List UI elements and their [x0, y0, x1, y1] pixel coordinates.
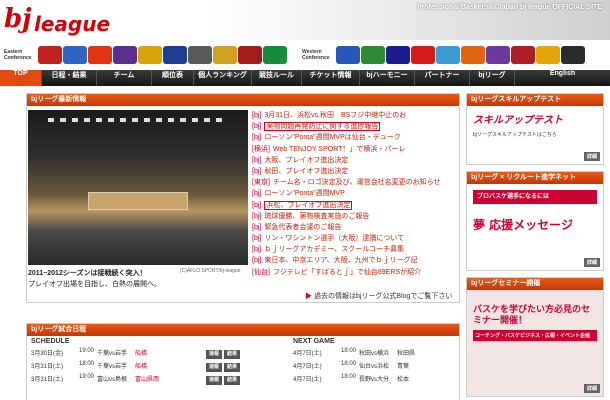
- news-item[interactable]: [bj] 大阪、プレイオフ進出決定: [252, 155, 458, 166]
- photo-caption-sub: プレイオフ出場を目指し、白熱の展開へ。: [28, 281, 161, 288]
- live-button[interactable]: 速報: [206, 376, 223, 385]
- nav-partner[interactable]: パートナー: [415, 70, 470, 86]
- recruit-box[interactable]: bjリーグ × リクルート進学ネット プロバスケ選手になるには 夢 応援メッセー…: [466, 171, 604, 271]
- news-item[interactable]: [横浜] Web TENJOY SPORT！」で横浜・パーレ: [252, 144, 458, 155]
- western-conference: Western Conference: [302, 44, 586, 66]
- team-logo-tokyo[interactable]: [188, 46, 212, 64]
- news-item[interactable]: [bj] 琉球優勝、薬物検査実施のご報告: [252, 211, 458, 222]
- team-logo-osaka[interactable]: [386, 46, 410, 64]
- news-item[interactable]: [仙台] フジテレビ「すばるとｊ」で仙台89ERSが紹介: [252, 267, 458, 278]
- team-logo-iwate[interactable]: [88, 46, 112, 64]
- team-logo-toyama[interactable]: [138, 46, 162, 64]
- news-item[interactable]: [bj] ローソン"Ponta"週間MVP: [252, 188, 458, 199]
- latest-news-title: bjリーグ最新情報: [27, 94, 459, 106]
- nav-harmony[interactable]: bjハーモニー: [360, 70, 415, 86]
- team-logo-miyazaki[interactable]: [461, 46, 485, 64]
- site-tagline: Professional Basketball Japan bj league …: [416, 4, 602, 11]
- team-logo-nagano[interactable]: [561, 46, 585, 64]
- eastern-conference: Eastern Conference: [4, 44, 288, 66]
- team-logo-niigata[interactable]: [113, 46, 137, 64]
- basketball-court: [88, 192, 188, 210]
- news-item[interactable]: [bj] 薬物問題再発防止に関する進捗報告: [252, 121, 458, 132]
- past-news-link[interactable]: ▶ 過去の情報はbjリーグ公式Blogでご覧下さい: [305, 291, 452, 301]
- news-item[interactable]: [bj] ローソン"Ponta"週間MVPは仙台・デューク: [252, 132, 458, 143]
- next-game-row: 4月7日(土) 18:00 長野vs大分 松本: [293, 374, 410, 383]
- team-logo-gunma[interactable]: [263, 46, 287, 64]
- team-logo-shimane[interactable]: [436, 46, 460, 64]
- team-logo-kyoto[interactable]: [411, 46, 435, 64]
- next-game-row: 4月7日(土) 18:00 仙台vs浜松 青葉: [293, 361, 410, 370]
- nav-rules[interactable]: 競技ルール: [252, 70, 302, 86]
- schedule-left: SCHEDULE 3月30日(金) 19:00 千葉vs岩手 船橋 速報 結果 3月31日…: [27, 336, 289, 387]
- news-item[interactable]: [bj] 秋田、プレイオフ進出決定: [252, 166, 458, 177]
- team-logo-fukuoka[interactable]: [536, 46, 560, 64]
- detail-button[interactable]: 詳細: [583, 258, 600, 267]
- next-game-row: 4月7日(土) 18:00 秋田vs横浜 秋田県: [293, 348, 416, 357]
- team-logo-shiga[interactable]: [361, 46, 385, 64]
- news-item[interactable]: [bj] 浜松、プレイオフ進出決定: [252, 200, 458, 211]
- team-logo-hamamatsu[interactable]: [336, 46, 360, 64]
- team-logo-ryukyu[interactable]: [511, 46, 535, 64]
- photo-caption-title: 2011−2012シーズンは接戦続く突入！: [28, 270, 147, 277]
- seminar-box[interactable]: bjリーグセミナー開催 バスケを学びたい方必見のセミナー開催！ コーチング・バス…: [466, 277, 604, 397]
- nav-standings[interactable]: 順位表: [152, 70, 194, 86]
- nav-team[interactable]: チーム: [97, 70, 152, 86]
- arena-photo[interactable]: [28, 110, 248, 265]
- live-button[interactable]: 速報: [206, 350, 223, 359]
- detail-button[interactable]: 詳細: [583, 384, 600, 393]
- schedule-panel: bjリーグ試合日程 SCHEDULE 3月30日(金) 19:00 千葉vs岩手 船橋…: [26, 323, 460, 400]
- nav-ticket[interactable]: チケット情報: [302, 70, 360, 86]
- team-logo-oita[interactable]: [486, 46, 510, 64]
- team-logo-sendai[interactable]: [38, 46, 62, 64]
- team-logo-yokohama[interactable]: [213, 46, 237, 64]
- schedule-row: 3月31日(土) 19:00 富山vs島根 富山県西 速報 結果: [27, 374, 289, 387]
- detail-button[interactable]: 詳細: [583, 152, 600, 161]
- nav-top[interactable]: TOP: [0, 70, 42, 86]
- schedule-heading: SCHEDULE: [31, 338, 70, 345]
- news-item[interactable]: [bj] リン・ワシントン選手（大阪）逮捕について: [252, 233, 458, 244]
- header: bj league Professional Basketball Japan …: [0, 0, 610, 40]
- nav-english[interactable]: English: [515, 70, 610, 86]
- schedule-row: 3月30日(金) 19:00 千葉vs岩手 船橋 速報 結果: [27, 348, 289, 361]
- news-item[interactable]: [bj] 東日本、中京エリア、大阪、九州でｂｊリーグ記: [252, 255, 458, 266]
- schedule-title: bjリーグ試合日程: [27, 324, 459, 336]
- bj-league-logo[interactable]: bj league: [4, 4, 114, 38]
- live-button[interactable]: 速報: [206, 363, 223, 372]
- arrow-icon: ▶: [305, 293, 314, 300]
- schedule-row: 3月31日(土) 18:00 千葉vs岩手 船橋 速報 結果: [27, 361, 289, 374]
- news-item[interactable]: [bj] 3月31日、浜松vs.秋田 BSフジ中継中止のお: [252, 110, 458, 121]
- nav-bjleague[interactable]: bjリーグ: [470, 70, 515, 86]
- next-game-heading: NEXT GAME: [293, 338, 335, 345]
- nav-schedule[interactable]: 日程・結果: [42, 70, 97, 86]
- news-list: [bj] 3月31日、浜松vs.秋田 BSフジ中継中止のお [bj] 薬物問題再発防…: [252, 110, 458, 278]
- result-button[interactable]: 結果: [224, 376, 241, 385]
- news-item[interactable]: [東京] チーム名・ロゴ決定及び、運営会社名変更のお知らせ: [252, 177, 458, 188]
- news-item[interactable]: [bj] 緊急代表者会議のご報告: [252, 222, 458, 233]
- team-logo-saitama[interactable]: [163, 46, 187, 64]
- skillup-test-box[interactable]: bjリーグスキルアップテスト スキルアップテスト bjリーグスキルアップテストは…: [466, 93, 604, 165]
- result-button[interactable]: 結果: [224, 350, 241, 359]
- team-logo-akita[interactable]: [63, 46, 87, 64]
- team-logo-chiba[interactable]: [238, 46, 262, 64]
- main-nav: TOP 日程・結果 チーム 順位表 個人ランキング 競技ルール チケット情報 b…: [0, 70, 610, 86]
- news-item[interactable]: [bj] ｂｊリーグアカデミー、スクールコーチ募集: [252, 244, 458, 255]
- next-game: NEXT GAME 4月7日(土) 18:00 秋田vs横浜 秋田県 4月7日(土) 1…: [289, 336, 459, 387]
- nav-ranking[interactable]: 個人ランキング: [194, 70, 252, 86]
- photo-credit: (C)AFLO SPORT/bj-league: [180, 268, 241, 274]
- result-button[interactable]: 結果: [224, 363, 241, 372]
